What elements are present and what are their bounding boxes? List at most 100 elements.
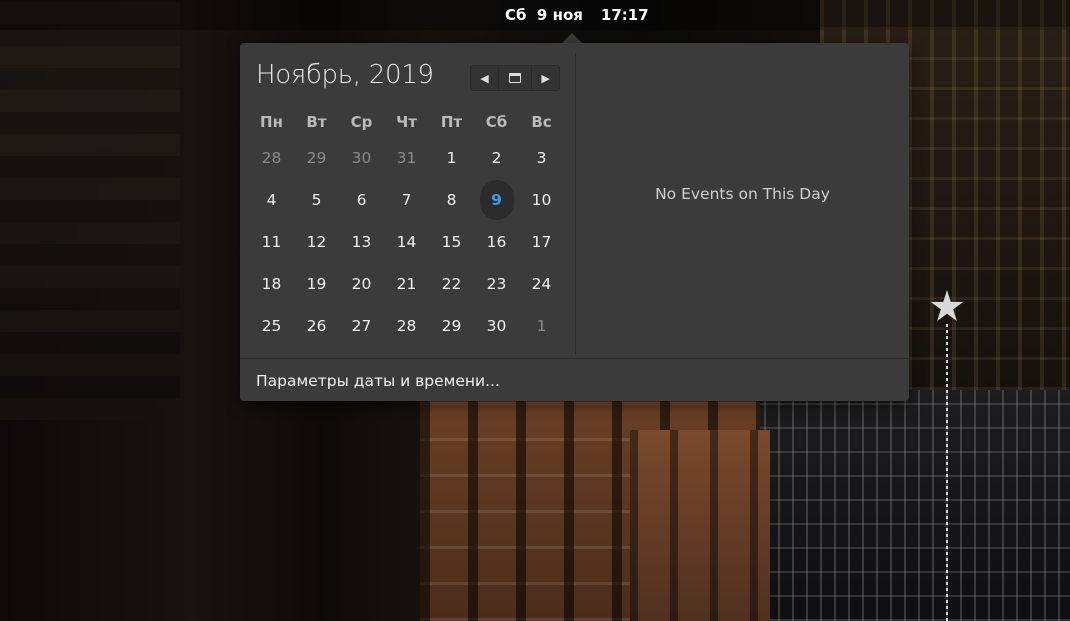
day-cell[interactable]: 21 xyxy=(384,263,429,305)
day-number: 9 xyxy=(479,180,514,220)
day-cell[interactable]: 6 xyxy=(339,179,384,221)
day-cell[interactable]: 5 xyxy=(294,179,339,221)
day-number: 16 xyxy=(486,233,507,251)
day-cell[interactable]: 23 xyxy=(474,263,519,305)
day-cell[interactable]: 15 xyxy=(429,221,474,263)
day-number: 31 xyxy=(396,149,417,167)
day-number: 25 xyxy=(261,317,282,335)
day-cell[interactable]: 27 xyxy=(339,305,384,347)
day-cell[interactable]: 29 xyxy=(294,137,339,179)
day-cell[interactable]: 31 xyxy=(384,137,429,179)
day-number: 23 xyxy=(486,275,507,293)
chevron-left-icon: ◀ xyxy=(480,71,489,85)
day-number: 18 xyxy=(261,275,282,293)
day-number: 30 xyxy=(351,149,372,167)
day-cell[interactable]: 22 xyxy=(429,263,474,305)
day-number: 1 xyxy=(446,149,457,167)
weekday-label: Вт xyxy=(306,113,327,131)
days-grid: 28 29 30 31 1 2 3 4 5 6 7 8 9 10 11 12 13 14 15 16 17 18 19 20 2… xyxy=(249,137,564,347)
weekday-label: Ср xyxy=(350,113,373,131)
day-number: 11 xyxy=(261,233,282,251)
day-number: 21 xyxy=(396,275,417,293)
day-cell[interactable]: 12 xyxy=(294,221,339,263)
weekday-label: Чт xyxy=(396,113,417,131)
weekday-label: Вс xyxy=(531,113,552,131)
day-cell[interactable]: 10 xyxy=(519,179,564,221)
day-number: 26 xyxy=(306,317,327,335)
day-cell[interactable]: 11 xyxy=(249,221,294,263)
datetime-popover: Ноябрь, 2019 ◀ ▶ Пн Вт Ср Чт Пт Сб Вс 28… xyxy=(240,43,909,401)
day-number: 20 xyxy=(351,275,372,293)
day-cell[interactable]: 25 xyxy=(249,305,294,347)
day-cell[interactable]: 30 xyxy=(474,305,519,347)
day-cell[interactable]: 8 xyxy=(429,179,474,221)
day-number: 29 xyxy=(441,317,462,335)
day-cell[interactable]: 3 xyxy=(519,137,564,179)
wallpaper-building-left xyxy=(0,0,180,420)
day-cell[interactable]: 24 xyxy=(519,263,564,305)
day-cell[interactable]: 17 xyxy=(519,221,564,263)
day-number: 5 xyxy=(311,191,322,209)
day-cell[interactable]: 20 xyxy=(339,263,384,305)
day-cell[interactable]: 13 xyxy=(339,221,384,263)
next-month-button[interactable]: ▶ xyxy=(532,66,559,90)
day-cell[interactable]: 14 xyxy=(384,221,429,263)
no-events-text: No Events on This Day xyxy=(655,184,830,203)
day-number: 10 xyxy=(531,191,552,209)
day-cell[interactable]: 1 xyxy=(429,137,474,179)
day-number: 8 xyxy=(446,191,457,209)
day-cell[interactable]: 28 xyxy=(249,137,294,179)
day-cell[interactable]: 30 xyxy=(339,137,384,179)
day-number: 2 xyxy=(491,149,502,167)
wallpaper-lights-string xyxy=(946,322,948,621)
popover-arrow xyxy=(562,33,582,43)
day-number: 7 xyxy=(401,191,412,209)
day-cell[interactable]: 4 xyxy=(249,179,294,221)
calendar-icon xyxy=(509,73,521,83)
top-panel: Сб 9 ноя 17:17 xyxy=(0,0,1070,30)
day-number: 28 xyxy=(261,149,282,167)
day-cell[interactable]: 19 xyxy=(294,263,339,305)
weekday-header: Пн Вт Ср Чт Пт Сб Вс xyxy=(249,113,564,133)
day-cell[interactable]: 7 xyxy=(384,179,429,221)
day-number: 30 xyxy=(486,317,507,335)
panel-time: 17:17 xyxy=(600,6,649,24)
day-number: 22 xyxy=(441,275,462,293)
day-number: 1 xyxy=(536,317,547,335)
day-cell[interactable]: 16 xyxy=(474,221,519,263)
day-cell-selected[interactable]: 9 xyxy=(474,179,519,221)
weekday-label: Пн xyxy=(260,113,283,131)
events-pane: No Events on This Day xyxy=(576,43,909,358)
wallpaper-brick-building-2 xyxy=(630,430,770,621)
chevron-right-icon: ▶ xyxy=(541,71,550,85)
footer-divider xyxy=(240,358,909,359)
day-number: 13 xyxy=(351,233,372,251)
day-number: 3 xyxy=(536,149,547,167)
panel-clock[interactable]: Сб 9 ноя 17:17 xyxy=(505,0,649,30)
day-number: 28 xyxy=(396,317,417,335)
day-cell[interactable]: 2 xyxy=(474,137,519,179)
previous-month-button[interactable]: ◀ xyxy=(471,66,499,90)
day-cell[interactable]: 29 xyxy=(429,305,474,347)
day-cell[interactable]: 18 xyxy=(249,263,294,305)
day-cell[interactable]: 1 xyxy=(519,305,564,347)
day-number: 6 xyxy=(356,191,367,209)
weekday-label: Пт xyxy=(440,113,463,131)
month-navigation: ◀ ▶ xyxy=(470,65,560,91)
weekday-label: Сб xyxy=(485,113,508,131)
day-cell[interactable]: 26 xyxy=(294,305,339,347)
day-number: 4 xyxy=(266,191,277,209)
day-number: 12 xyxy=(306,233,327,251)
day-number: 15 xyxy=(441,233,462,251)
panel-date: Сб 9 ноя xyxy=(505,6,583,24)
day-number: 14 xyxy=(396,233,417,251)
day-number: 29 xyxy=(306,149,327,167)
wallpaper-glass-building xyxy=(750,390,1070,621)
day-cell[interactable]: 28 xyxy=(384,305,429,347)
datetime-settings-button[interactable]: Параметры даты и времени... xyxy=(256,372,500,390)
day-number: 24 xyxy=(531,275,552,293)
day-number: 17 xyxy=(531,233,552,251)
day-number: 19 xyxy=(306,275,327,293)
today-button[interactable] xyxy=(499,66,533,90)
calendar: Ноябрь, 2019 ◀ ▶ Пн Вт Ср Чт Пт Сб Вс 28… xyxy=(240,43,575,358)
